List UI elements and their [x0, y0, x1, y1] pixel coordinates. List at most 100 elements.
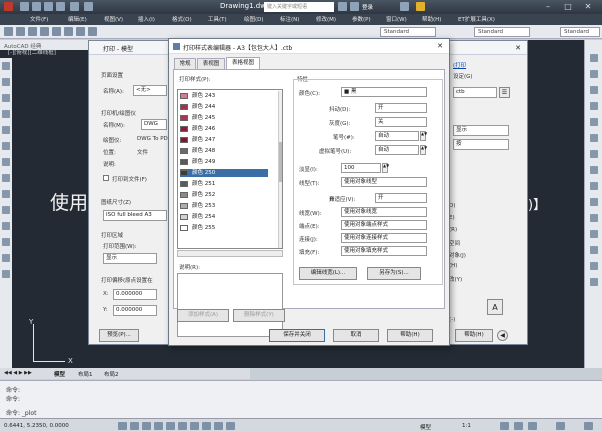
copy-obj-icon[interactable]: [590, 70, 598, 78]
plot-style-item[interactable]: 颜色 244: [180, 103, 268, 111]
lineweight-toggle-icon[interactable]: [214, 422, 223, 430]
rotate-icon[interactable]: [590, 150, 598, 158]
print-icon[interactable]: [40, 27, 49, 36]
annotation-scale[interactable]: 1:1: [462, 423, 471, 429]
tab-layout2[interactable]: 布局2: [104, 370, 119, 378]
dither-select[interactable]: 开: [375, 103, 427, 113]
copy-icon[interactable]: [76, 27, 85, 36]
color-select[interactable]: ■ 黑: [341, 87, 427, 97]
menu-item-7[interactable]: 标注(N): [280, 15, 299, 23]
shade-plot-select[interactable]: 显示: [453, 125, 509, 136]
block-icon[interactable]: [2, 190, 10, 198]
mirror-icon[interactable]: [590, 86, 598, 94]
maximize-button[interactable]: □: [560, 1, 576, 12]
styles-scroll-thumb[interactable]: [279, 142, 282, 182]
ts-close-icon[interactable]: ✕: [437, 42, 443, 50]
plot-to-file-checkbox[interactable]: [103, 175, 109, 181]
collapse-icon[interactable]: ◀: [497, 330, 508, 341]
line-icon[interactable]: [2, 62, 10, 70]
ellipse-icon[interactable]: [2, 174, 10, 182]
tab-form-view[interactable]: 表格视图: [226, 57, 260, 69]
stretch-icon[interactable]: [590, 182, 598, 190]
app-logo-icon[interactable]: [4, 2, 13, 11]
close-button[interactable]: ✕: [580, 1, 596, 12]
plot-styles-list[interactable]: 颜色 243 颜色 244 颜色 245 颜色 246 颜色 247 颜色 248 颜色 2…: [177, 89, 283, 249]
polar-icon[interactable]: [154, 422, 163, 430]
save-icon[interactable]: [28, 27, 37, 36]
menu-item-1[interactable]: 编辑(E): [68, 15, 87, 23]
array-icon[interactable]: [590, 118, 598, 126]
preview-icon[interactable]: [52, 27, 61, 36]
trim-icon[interactable]: [590, 198, 598, 206]
plot-style-item[interactable]: 颜色 251: [180, 180, 268, 188]
tab-model[interactable]: 模型: [54, 370, 65, 378]
extend-icon[interactable]: [590, 214, 598, 222]
dyn-icon[interactable]: [202, 422, 211, 430]
ts-help-button[interactable]: 帮助(H): [387, 329, 433, 342]
plot-style-item[interactable]: 颜色 243: [180, 92, 268, 100]
page-setup-select[interactable]: <无>: [133, 85, 167, 96]
plot-style-select[interactable]: ctb: [453, 87, 497, 98]
polygon-icon[interactable]: [2, 94, 10, 102]
command-window[interactable]: 命令: 命令: 命令: _plot: [0, 380, 602, 418]
menu-item-8[interactable]: 修改(M): [316, 15, 336, 23]
menu-item-9[interactable]: 参数(P): [352, 15, 371, 23]
screening-input[interactable]: 100: [341, 163, 381, 173]
spline-icon[interactable]: [2, 158, 10, 166]
scale-icon[interactable]: [590, 166, 598, 174]
plot-style-item[interactable]: 颜色 255: [180, 224, 268, 232]
cut-icon[interactable]: [64, 27, 73, 36]
print-icon[interactable]: [56, 2, 65, 11]
plot-style-item[interactable]: 颜色 252: [180, 191, 268, 199]
transparency-icon[interactable]: [226, 422, 235, 430]
joinstyle-select[interactable]: 使用对象连接样式: [341, 233, 427, 243]
linetype-select[interactable]: 使用对象线型: [341, 177, 427, 187]
move-icon[interactable]: [590, 134, 598, 142]
pen-spinner[interactable]: ▲▼: [420, 131, 427, 141]
clean-screen-icon[interactable]: [584, 422, 593, 430]
edit-lineweights-button[interactable]: 编辑线宽(L)...: [299, 267, 357, 280]
tab-layout1[interactable]: 布局1: [78, 370, 93, 378]
region-icon[interactable]: [2, 238, 10, 246]
undo-icon[interactable]: [70, 2, 79, 11]
plot-style-item[interactable]: 颜色 248: [180, 147, 268, 155]
mtext-icon[interactable]: [2, 270, 10, 278]
menu-item-10[interactable]: 窗口(W): [386, 15, 407, 23]
tab-general[interactable]: 常规: [174, 58, 196, 69]
virtual-pen-spinner[interactable]: ▲▼: [420, 145, 427, 155]
binoculars-icon[interactable]: [338, 2, 347, 11]
menu-item-2[interactable]: 视图(V): [104, 15, 123, 23]
menu-item-6[interactable]: 绘图(D): [244, 15, 264, 23]
save-as-button[interactable]: 另存为(S)...: [367, 267, 421, 280]
new-icon[interactable]: [4, 27, 13, 36]
text-style-dropdown[interactable]: Standard: [380, 27, 436, 37]
open-icon[interactable]: [32, 2, 41, 11]
erase-icon[interactable]: [590, 54, 598, 62]
circle-icon[interactable]: [2, 142, 10, 150]
viewport-label[interactable]: [-][俯视][二维线框]: [8, 48, 56, 56]
delete-style-button[interactable]: 删除样式(Y): [233, 309, 285, 322]
coordinates-readout[interactable]: 0.6441, 5.2350, 0.0000: [4, 423, 69, 429]
plot-style-item[interactable]: 颜色 245: [180, 114, 268, 122]
model-space-toggle[interactable]: 模型: [420, 423, 431, 431]
ducs-icon[interactable]: [190, 422, 199, 430]
endstyle-select[interactable]: 使用对象端点样式: [341, 220, 427, 230]
edit-plot-style-button[interactable]: ☰: [499, 87, 510, 98]
osnap-icon[interactable]: [166, 422, 175, 430]
menu-item-5[interactable]: 工具(T): [208, 15, 227, 23]
ortho-icon[interactable]: [142, 422, 151, 430]
menu-item-11[interactable]: 帮助(H): [422, 15, 441, 23]
quality-select[interactable]: 按: [453, 139, 509, 150]
chamfer-icon[interactable]: [590, 246, 598, 254]
redo-icon[interactable]: [84, 2, 93, 11]
offset-icon[interactable]: [590, 102, 598, 110]
plot-range-select[interactable]: 显示: [103, 253, 157, 264]
apply-layout-button[interactable]: A: [487, 299, 503, 315]
new-icon[interactable]: [20, 2, 29, 11]
plot-style-item[interactable]: 颜色 247: [180, 136, 268, 144]
isolate-icon[interactable]: [556, 422, 565, 430]
tab-nav-icon[interactable]: ◀◀ ◀ ▶ ▶▶: [4, 370, 32, 376]
plot-style-item[interactable]: 颜色 249: [180, 158, 268, 166]
login-link[interactable]: 登录: [362, 3, 373, 11]
command-input[interactable]: 命令: _plot: [6, 408, 36, 417]
